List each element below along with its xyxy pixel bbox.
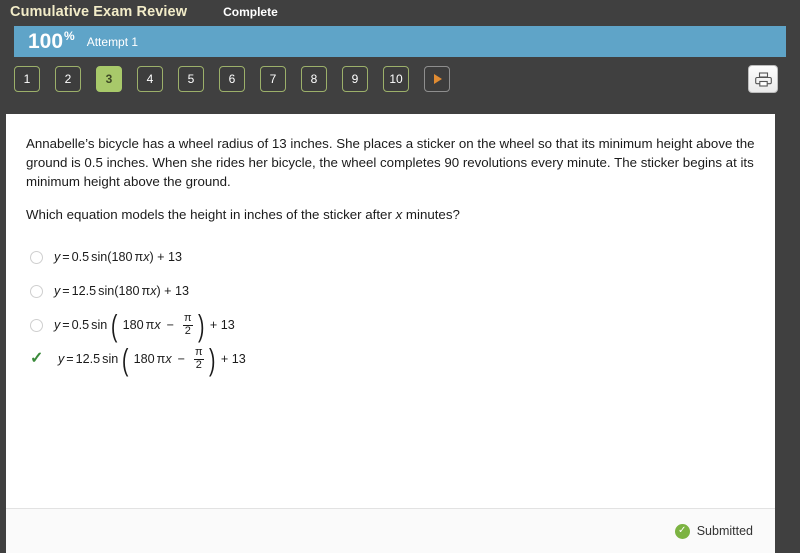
question-nav-button-4[interactable]: 4: [137, 66, 163, 92]
answer-choice-2[interactable]: y = 12.5 sin(180 π x ) + 13: [28, 274, 755, 308]
prompt-text-before: Which equation models the height in inch…: [26, 207, 396, 222]
minus-sign: −: [177, 352, 185, 366]
closing-expression: + 13: [220, 352, 246, 366]
answer-choice-2-text: y = 12.5 sin(180 π x ) + 13: [54, 284, 189, 298]
pi-symbol: π: [141, 284, 151, 298]
question-nav-button-10[interactable]: 10: [383, 66, 409, 92]
submitted-label: Submitted: [696, 524, 753, 538]
radio-unselected-icon[interactable]: [30, 250, 43, 264]
question-nav-button-7[interactable]: 7: [260, 66, 286, 92]
equals-sign: =: [62, 318, 70, 332]
answer-choice-1[interactable]: y = 0.5 sin(180 π x ) + 13: [28, 240, 755, 274]
status-badge: ✓ Submitted: [674, 523, 753, 539]
question-nav-button-2[interactable]: 2: [55, 66, 81, 92]
question-nav-button-1[interactable]: 1: [14, 66, 40, 92]
answer-choice-3-marker[interactable]: [28, 318, 54, 332]
panel-footer: ✓ Submitted: [6, 508, 775, 553]
app-header: Cumulative Exam Review Complete: [0, 0, 800, 24]
fraction-numerator: π: [183, 311, 192, 324]
question-navigation: 1 2 3 4 5 6 7 8 9 10: [0, 57, 800, 101]
fraction-denominator: 2: [182, 324, 193, 337]
score-progress-bar: 100 % Attempt 1: [14, 26, 786, 57]
question-nav-button-5[interactable]: 5: [178, 66, 204, 92]
equals-sign: =: [62, 284, 70, 298]
question-nav-button-9[interactable]: 9: [342, 66, 368, 92]
score-percent-symbol: %: [64, 29, 75, 43]
pi-symbol: π: [134, 250, 144, 264]
answer-choice-list: y = 0.5 sin(180 π x ) + 13 y = 12.5 sin(…: [26, 240, 755, 376]
amplitude-value: 0.5: [71, 250, 90, 264]
answer-choice-4[interactable]: ✓ y = 12.5 sin ( 180 π x − π 2 ) + 13: [28, 342, 755, 376]
question-content-panel: Annabelle’s bicycle has a wheel radius o…: [6, 114, 775, 553]
question-body: Annabelle’s bicycle has a wheel radius o…: [6, 114, 775, 376]
amplitude-value: 12.5: [71, 284, 97, 298]
x-variable: x: [154, 318, 161, 332]
question-nav-button-8[interactable]: 8: [301, 66, 327, 92]
answer-choice-1-marker[interactable]: [28, 250, 54, 264]
answer-choice-3[interactable]: y = 0.5 sin ( 180 π x − π 2 ) + 13: [28, 308, 755, 342]
printer-icon: [754, 71, 772, 87]
radio-unselected-icon[interactable]: [30, 284, 43, 298]
attempt-label: Attempt 1: [86, 34, 139, 49]
page-title: Cumulative Exam Review: [10, 4, 188, 20]
answer-choice-4-text: y = 12.5 sin ( 180 π x − π 2 ) + 13: [58, 342, 246, 377]
play-triangle-icon: [434, 74, 442, 84]
answer-choice-3-text: y = 0.5 sin ( 180 π x − π 2 ) + 13: [54, 308, 235, 343]
fraction-denominator: 2: [193, 358, 204, 371]
answer-choice-1-text: y = 0.5 sin(180 π x ) + 13: [54, 250, 182, 264]
exam-status-label: Complete: [223, 5, 278, 19]
x-variable: x: [165, 352, 172, 366]
closing-expression: ) + 13: [149, 250, 183, 264]
radio-unselected-icon[interactable]: [30, 318, 43, 332]
prompt-text-after: minutes?: [402, 207, 460, 222]
coefficient-value: 180: [122, 318, 144, 332]
sine-function: sin(180: [98, 284, 140, 298]
question-nav-button-6[interactable]: 6: [219, 66, 245, 92]
sine-function: sin(180: [91, 250, 133, 264]
question-nav-button-3[interactable]: 3: [96, 66, 122, 92]
sine-function: sin: [91, 318, 108, 332]
next-question-button[interactable]: [424, 66, 450, 92]
score-bar-container: 100 % Attempt 1: [0, 24, 800, 57]
fraction-numerator: π: [194, 345, 203, 358]
equals-sign: =: [62, 250, 70, 264]
coefficient-value: 180: [133, 352, 155, 366]
check-icon: ✓: [30, 350, 44, 367]
score-percent-value: 100: [28, 30, 64, 53]
answer-choice-2-marker[interactable]: [28, 284, 54, 298]
sine-function: sin: [102, 352, 119, 366]
phase-fraction: π 2: [182, 311, 194, 337]
amplitude-value: 0.5: [71, 318, 90, 332]
answer-choice-4-marker[interactable]: ✓: [28, 351, 54, 367]
equals-sign: =: [66, 352, 74, 366]
print-button[interactable]: [748, 65, 778, 93]
minus-sign: −: [166, 318, 174, 332]
question-paragraph: Annabelle’s bicycle has a wheel radius o…: [26, 136, 755, 189]
check-circle-icon: ✓: [674, 523, 690, 539]
phase-fraction: π 2: [193, 345, 205, 371]
closing-expression: + 13: [209, 318, 235, 332]
question-prompt: Which equation models the height in inch…: [26, 205, 755, 224]
closing-expression: ) + 13: [156, 284, 190, 298]
amplitude-value: 12.5: [75, 352, 101, 366]
